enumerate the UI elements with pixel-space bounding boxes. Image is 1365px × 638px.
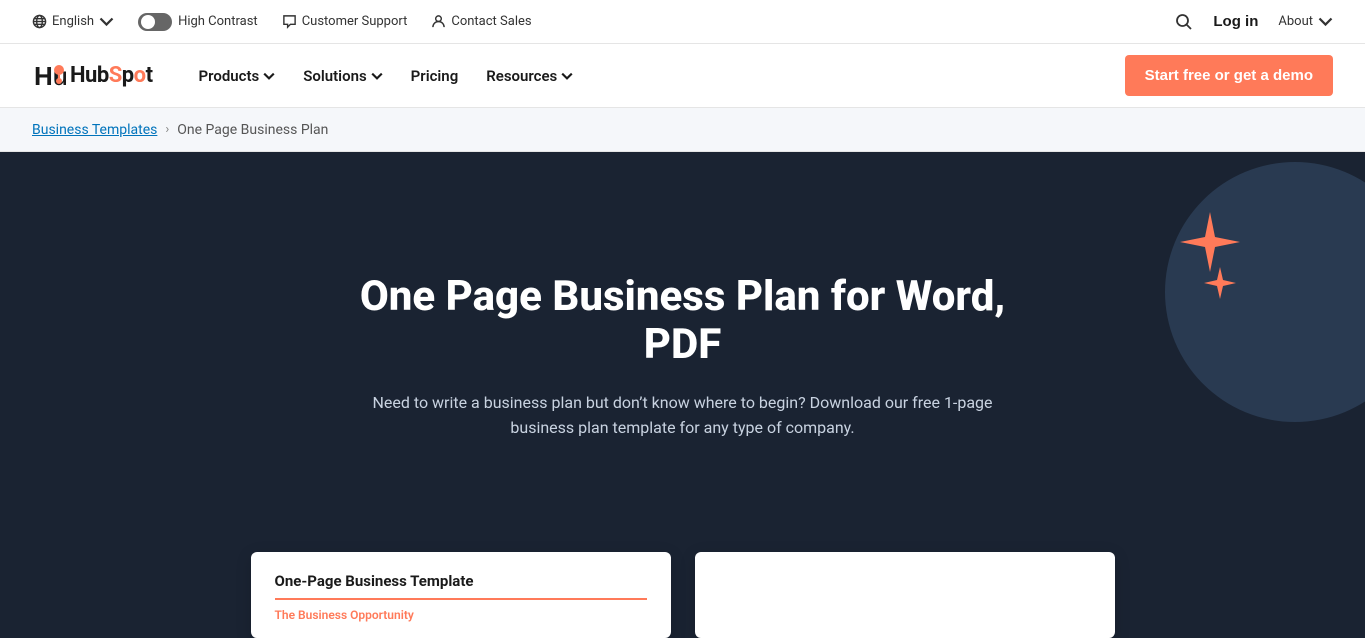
chat-icon xyxy=(282,14,297,29)
hero-sparkles-decoration xyxy=(1155,202,1245,316)
top-bar-left: English High Contrast Customer Support C… xyxy=(32,13,532,31)
breadcrumb: Business Templates › One Page Business P… xyxy=(0,108,1365,152)
search-button[interactable] xyxy=(1175,13,1193,31)
nav-links: Products Solutions Pricing Resources xyxy=(189,59,584,93)
language-selector[interactable]: English xyxy=(32,14,114,29)
nav-solutions[interactable]: Solutions xyxy=(293,59,392,93)
contact-sales-link[interactable]: Contact Sales xyxy=(431,14,531,29)
chevron-down-icon xyxy=(1318,14,1333,29)
hero-subtitle: Need to write a business plan but don’t … xyxy=(343,390,1023,441)
contrast-label: High Contrast xyxy=(178,14,258,29)
card-subtitle: The Business Opportunity xyxy=(275,608,647,622)
card-template: One-Page Business Template The Business … xyxy=(251,552,671,638)
breadcrumb-parent-link[interactable]: Business Templates xyxy=(32,122,157,138)
cta-button[interactable]: Start free or get a demo xyxy=(1125,55,1333,96)
support-label: Customer Support xyxy=(302,14,408,29)
login-button[interactable]: Log in xyxy=(1213,13,1258,30)
contrast-toggle[interactable]: High Contrast xyxy=(138,13,258,31)
language-label: English xyxy=(52,14,94,29)
card-form xyxy=(695,552,1115,638)
about-menu[interactable]: About xyxy=(1278,14,1333,29)
chevron-down-icon xyxy=(99,14,114,29)
nav-left: Hub HubSpot Products Solutions xyxy=(32,59,583,93)
breadcrumb-current: One Page Business Plan xyxy=(177,122,328,138)
card-title: One-Page Business Template xyxy=(275,572,647,590)
person-icon xyxy=(431,14,446,29)
nav-pricing[interactable]: Pricing xyxy=(401,59,469,93)
nav-resources[interactable]: Resources xyxy=(476,59,583,93)
breadcrumb-separator: › xyxy=(165,122,169,137)
chevron-down-icon xyxy=(371,70,383,82)
top-bar: English High Contrast Customer Support C… xyxy=(0,0,1365,44)
hubspot-wordmark: HubSpot xyxy=(70,63,153,88)
globe-icon xyxy=(32,14,47,29)
hubspot-icon: Hub xyxy=(32,59,66,93)
toggle-switch[interactable] xyxy=(138,13,172,31)
nav-products[interactable]: Products xyxy=(189,59,286,93)
top-bar-right: Log in About xyxy=(1175,13,1333,31)
chevron-down-icon xyxy=(561,70,573,82)
hero-title: One Page Business Plan for Word, PDF xyxy=(333,273,1033,370)
nav-right: Start free or get a demo xyxy=(1125,55,1333,96)
cards-row: One-Page Business Template The Business … xyxy=(0,542,1365,638)
customer-support-link[interactable]: Customer Support xyxy=(282,14,408,29)
about-label: About xyxy=(1278,14,1313,29)
search-icon xyxy=(1175,13,1193,31)
svg-text:Hub: Hub xyxy=(34,61,66,91)
hubspot-logo[interactable]: Hub HubSpot xyxy=(32,59,153,93)
chevron-down-icon xyxy=(263,70,275,82)
card-divider xyxy=(275,598,647,600)
nav-bar: Hub HubSpot Products Solutions xyxy=(0,44,1365,108)
sales-label: Contact Sales xyxy=(451,14,531,29)
hero-section: One Page Business Plan for Word, PDF Nee… xyxy=(0,152,1365,542)
